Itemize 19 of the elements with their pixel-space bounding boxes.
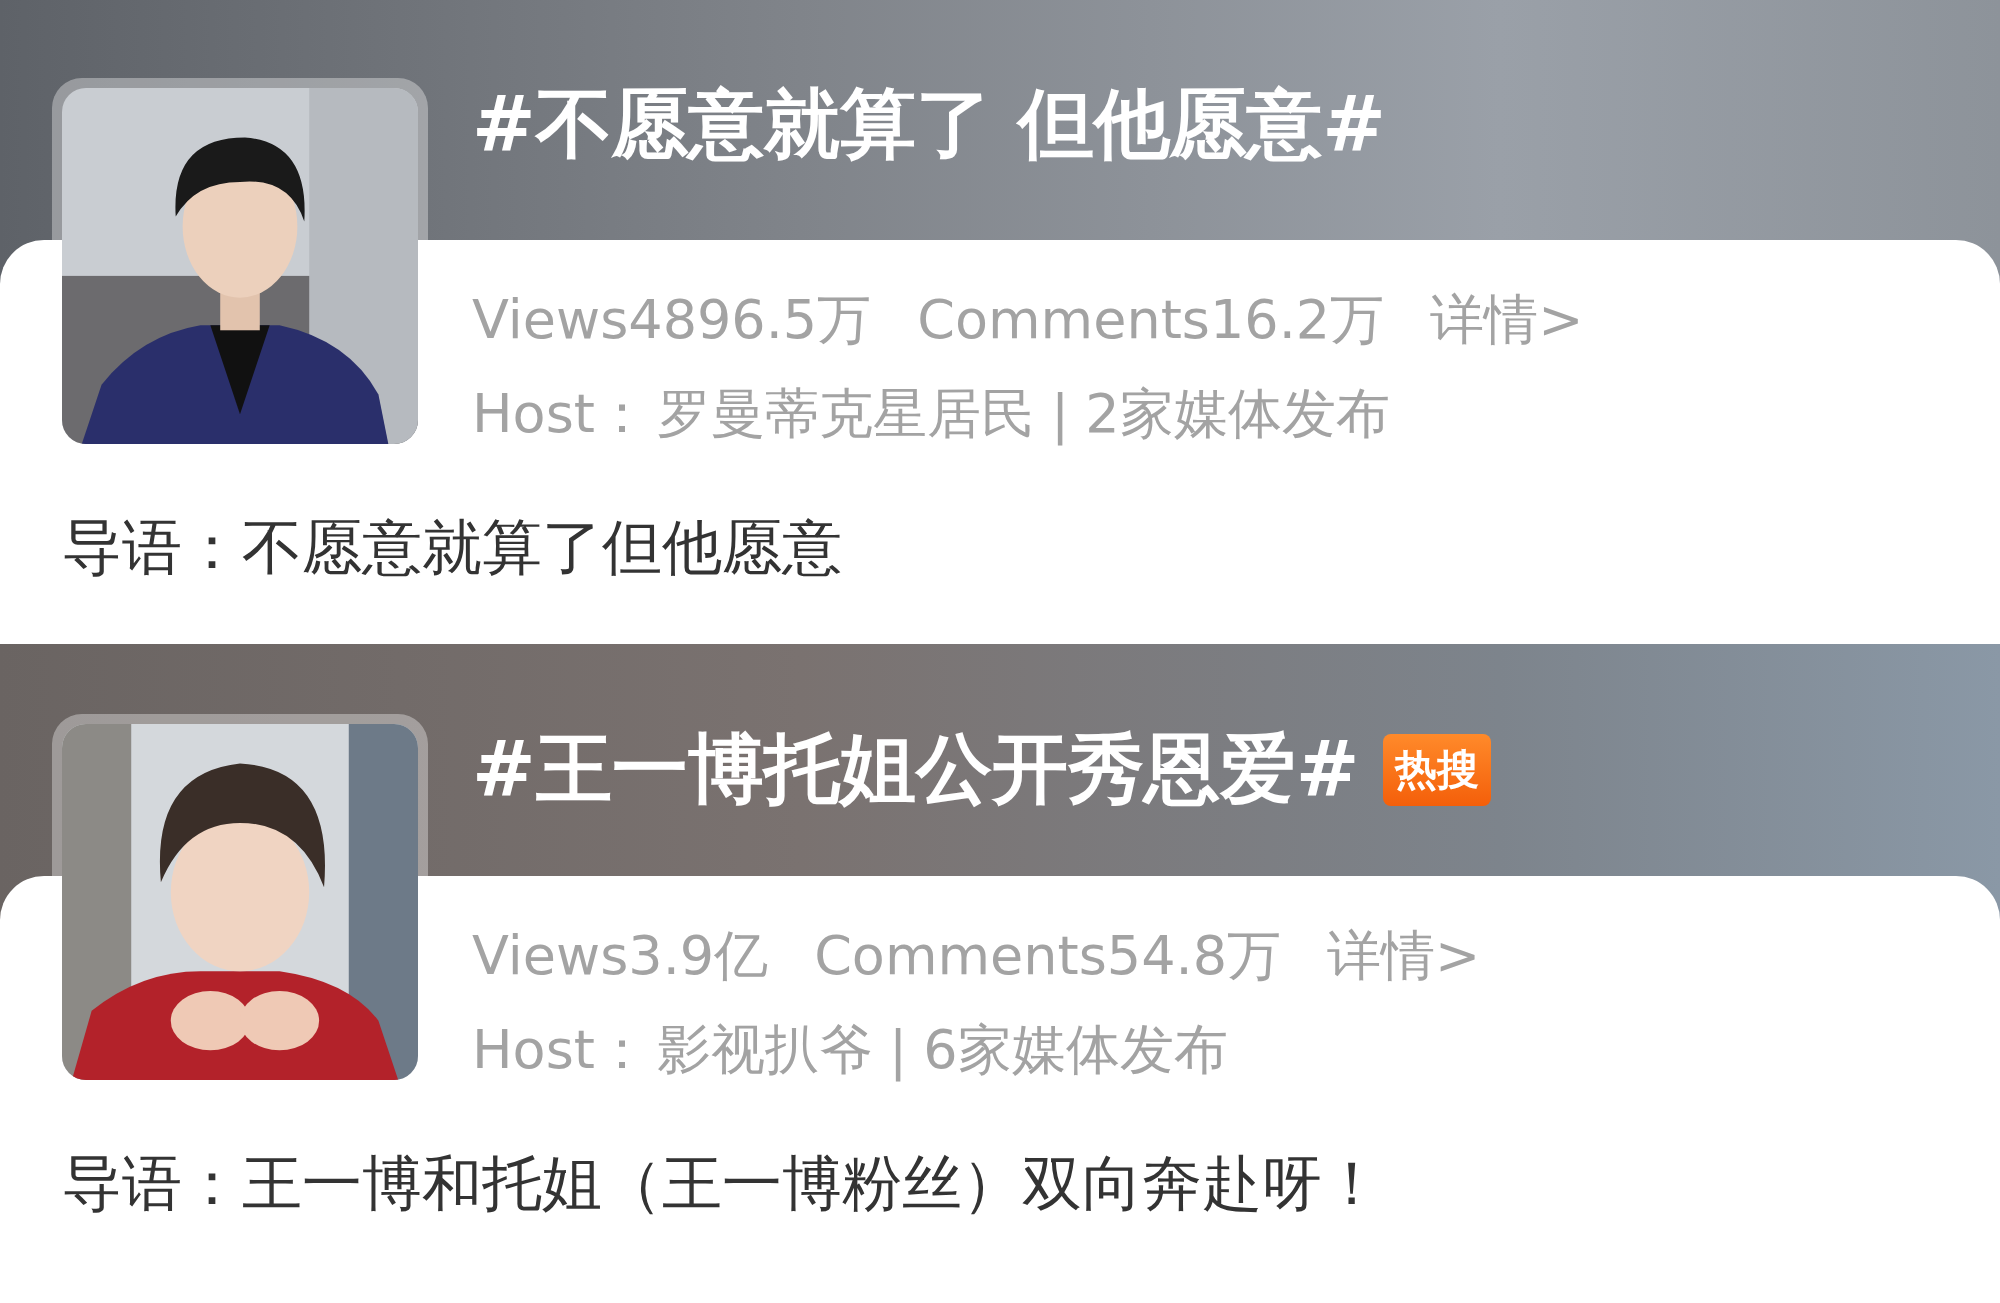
host-label: Host： <box>472 1016 649 1083</box>
media-count: 6家媒体发布 <box>923 1016 1228 1083</box>
host-name[interactable]: 影视扒爷 <box>656 1013 873 1087</box>
lead-text: 导语：不愿意就算了但他愿意 <box>62 511 843 584</box>
separator: | <box>1050 382 1070 446</box>
views-count: Views3.9亿 <box>472 922 769 989</box>
host-label: Host： <box>472 380 649 447</box>
views-count: Views4896.5万 <box>472 286 872 353</box>
comments-count: Comments54.8万 <box>814 922 1282 989</box>
topic-title[interactable]: #不愿意就算了 但他愿意# <box>472 73 1386 177</box>
host-name[interactable]: 罗曼蒂克星居民 <box>656 377 1035 451</box>
topic-title[interactable]: #王一博托姐公开秀恩爱# <box>472 718 1360 822</box>
hot-badge: 热搜 <box>1383 734 1492 806</box>
media-count: 2家媒体发布 <box>1085 380 1390 447</box>
details-link[interactable]: 详情> <box>1327 919 1481 993</box>
separator: | <box>888 1018 908 1082</box>
details-link[interactable]: 详情> <box>1430 283 1584 357</box>
comments-count: Comments16.2万 <box>917 286 1385 353</box>
lead-text: 导语：王一博和托姐（王一博粉丝）双向奔赴呀！ <box>62 1147 1383 1220</box>
